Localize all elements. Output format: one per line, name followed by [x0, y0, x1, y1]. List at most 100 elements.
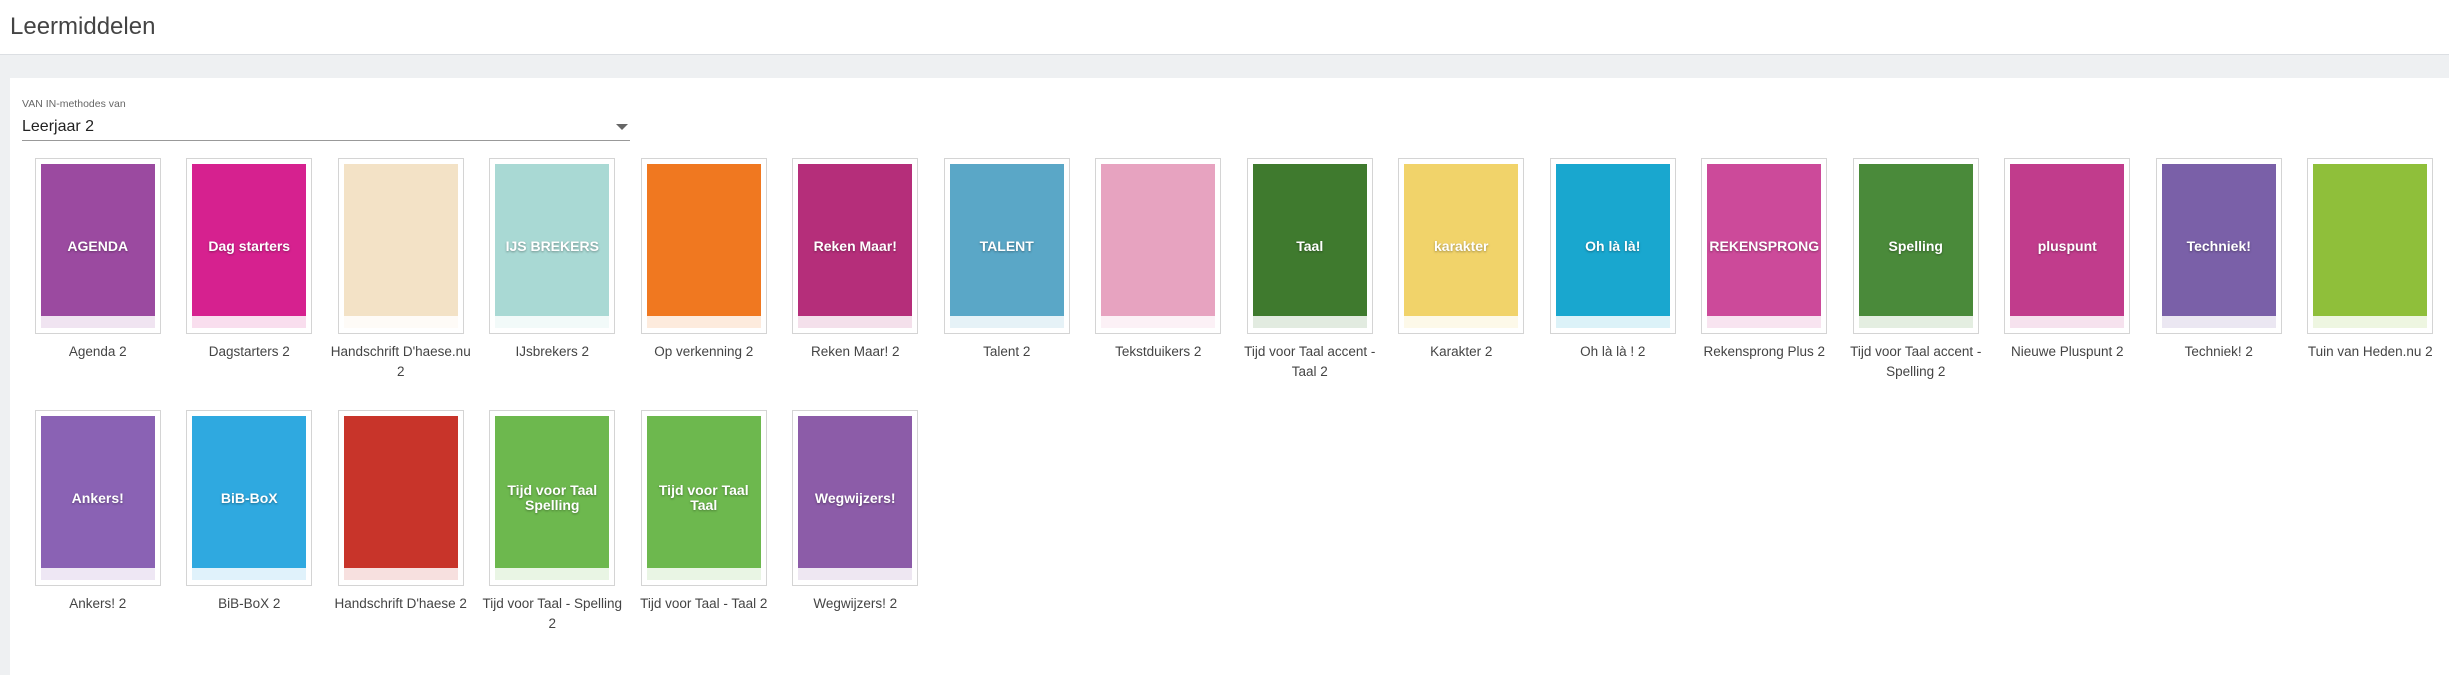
method-cover-frame[interactable] [2307, 158, 2434, 334]
grade-select[interactable]: Leerjaar 2 [22, 114, 630, 141]
method-cover-frame[interactable]: Reken Maar! [792, 158, 919, 334]
method-card[interactable]: Taal Tijd voor Taal accent - Taal 2 [1234, 158, 1386, 410]
method-cover-frame[interactable] [1095, 158, 1222, 334]
top-bar: Leermiddelen [0, 0, 2449, 55]
method-cover-frame[interactable]: REKENSPRONG [1701, 158, 1828, 334]
method-card[interactable]: Techniek! Techniek! 2 [2143, 158, 2295, 410]
method-card[interactable]: Tekstduikers 2 [1083, 158, 1235, 410]
method-label[interactable]: Handschrift D'haese.nu 2 [328, 342, 474, 382]
method-label[interactable]: Oh là là ! 2 [1540, 342, 1686, 362]
grade-select-value: Leerjaar 2 [22, 118, 95, 135]
method-cover-frame[interactable]: TALENT [943, 158, 1070, 334]
method-row: Ankers! Ankers! 2 BiB-BoX BiB-BoX 2 Handschr… [22, 410, 2446, 662]
method-card[interactable]: Reken Maar! Reken Maar! 2 [780, 158, 932, 410]
method-label[interactable]: Reken Maar! 2 [782, 342, 928, 362]
method-cover-frame[interactable]: Techniek! [2155, 158, 2282, 334]
publisher-strip [192, 568, 307, 580]
method-card[interactable]: Handschrift D'haese 2 [325, 410, 477, 662]
method-cover-image: REKENSPRONG [1707, 164, 1822, 328]
method-card[interactable]: Tijd voor Taal Spelling Tijd voor Taal - … [477, 410, 629, 662]
cover-title: karakter [1434, 237, 1489, 254]
method-label[interactable]: Wegwijzers! 2 [782, 594, 928, 614]
method-cover-frame[interactable]: Spelling [1852, 158, 1979, 334]
method-cover-frame[interactable]: Wegwijzers! [792, 410, 919, 586]
method-label[interactable]: Techniek! 2 [2146, 342, 2292, 362]
method-card[interactable]: Tuin van Heden.nu 2 [2295, 158, 2447, 410]
method-label[interactable]: BiB-BoX 2 [176, 594, 322, 614]
method-label[interactable]: IJsbrekers 2 [479, 342, 625, 362]
method-card[interactable]: BiB-BoX BiB-BoX 2 [174, 410, 326, 662]
method-label[interactable]: Talent 2 [934, 342, 1080, 362]
publisher-strip [1858, 316, 1973, 328]
method-cover-image [343, 416, 458, 580]
method-card[interactable]: Dag starters Dagstarters 2 [174, 158, 326, 410]
method-cover-frame[interactable]: Taal [1246, 158, 1373, 334]
method-label[interactable]: Agenda 2 [25, 342, 171, 362]
method-cover-frame[interactable]: AGENDA [34, 158, 161, 334]
method-cover-image: Taal [1252, 164, 1367, 328]
method-cover-image: TALENT [949, 164, 1064, 328]
method-card[interactable]: Handschrift D'haese.nu 2 [325, 158, 477, 410]
publisher-strip [2313, 316, 2428, 328]
method-card[interactable]: Op verkenning 2 [628, 158, 780, 410]
method-cover-frame[interactable]: karakter [1398, 158, 1525, 334]
method-card[interactable]: TALENT Talent 2 [931, 158, 1083, 410]
method-label[interactable]: Op verkenning 2 [631, 342, 777, 362]
publisher-strip [646, 316, 761, 328]
method-cover-frame[interactable]: Ankers! [34, 410, 161, 586]
method-label[interactable]: Ankers! 2 [25, 594, 171, 614]
publisher-strip [1404, 316, 1519, 328]
method-label[interactable]: Dagstarters 2 [176, 342, 322, 362]
method-cover-image [646, 164, 761, 328]
method-card[interactable]: Wegwijzers! Wegwijzers! 2 [780, 410, 932, 662]
method-cover-frame[interactable] [337, 158, 464, 334]
cover-title: Ankers! [71, 489, 124, 506]
method-card[interactable]: Ankers! Ankers! 2 [22, 410, 174, 662]
method-filter: VAN IN-methodes van Leerjaar 2 [22, 98, 630, 141]
method-card[interactable]: Spelling Tijd voor Taal accent - Spelling… [1840, 158, 1992, 410]
cover-title: Tijd voor Taal Spelling [507, 482, 598, 513]
publisher-strip [2010, 316, 2125, 328]
method-card[interactable]: IJS BREKERS IJsbrekers 2 [477, 158, 629, 410]
method-cover-frame[interactable] [337, 410, 464, 586]
method-cover-image: Ankers! [40, 416, 155, 580]
method-cover-image: IJS BREKERS [495, 164, 610, 328]
method-cover-image: Tijd voor Taal Taal [646, 416, 761, 580]
cover-title: TALENT [979, 237, 1034, 254]
method-cover-frame[interactable] [640, 158, 767, 334]
method-cover-frame[interactable]: pluspunt [2004, 158, 2131, 334]
publisher-strip [1555, 316, 1670, 328]
cover-title: Dag starters [208, 237, 291, 254]
method-label[interactable]: Karakter 2 [1388, 342, 1534, 362]
method-card[interactable]: pluspunt Nieuwe Pluspunt 2 [1992, 158, 2144, 410]
method-cover-image: AGENDA [40, 164, 155, 328]
method-label[interactable]: Tijd voor Taal accent - Taal 2 [1237, 342, 1383, 382]
method-card[interactable]: karakter Karakter 2 [1386, 158, 1538, 410]
publisher-strip [798, 316, 913, 328]
method-label[interactable]: Handschrift D'haese 2 [328, 594, 474, 614]
method-label[interactable]: Tekstduikers 2 [1085, 342, 1231, 362]
method-label[interactable]: Tijd voor Taal - Taal 2 [631, 594, 777, 614]
method-cover-frame[interactable]: BiB-BoX [186, 410, 313, 586]
publisher-strip [798, 568, 913, 580]
cover-title: Wegwijzers! [814, 489, 896, 506]
method-cover-image: Reken Maar! [798, 164, 913, 328]
publisher-strip [1101, 316, 1216, 328]
method-cover-frame[interactable]: Dag starters [186, 158, 313, 334]
method-label[interactable]: Rekensprong Plus 2 [1691, 342, 1837, 362]
method-label[interactable]: Tijd voor Taal accent - Spelling 2 [1843, 342, 1989, 382]
method-label[interactable]: Tuin van Heden.nu 2 [2297, 342, 2443, 362]
method-cover-frame[interactable]: Tijd voor Taal Taal [640, 410, 767, 586]
method-card[interactable]: Oh là là! Oh là là ! 2 [1537, 158, 1689, 410]
method-label[interactable]: Tijd voor Taal - Spelling 2 [479, 594, 625, 634]
method-card[interactable]: REKENSPRONG Rekensprong Plus 2 [1689, 158, 1841, 410]
method-card[interactable]: AGENDA Agenda 2 [22, 158, 174, 410]
cover-title: IJS BREKERS [505, 237, 599, 254]
publisher-strip [40, 316, 155, 328]
method-cover-frame[interactable]: IJS BREKERS [489, 158, 616, 334]
method-cover-frame[interactable]: Oh là là! [1549, 158, 1676, 334]
method-cover-frame[interactable]: Tijd voor Taal Spelling [489, 410, 616, 586]
method-label[interactable]: Nieuwe Pluspunt 2 [1994, 342, 2140, 362]
cover-title: Tijd voor Taal Taal [658, 482, 749, 513]
method-card[interactable]: Tijd voor Taal Taal Tijd voor Taal - Taal… [628, 410, 780, 662]
